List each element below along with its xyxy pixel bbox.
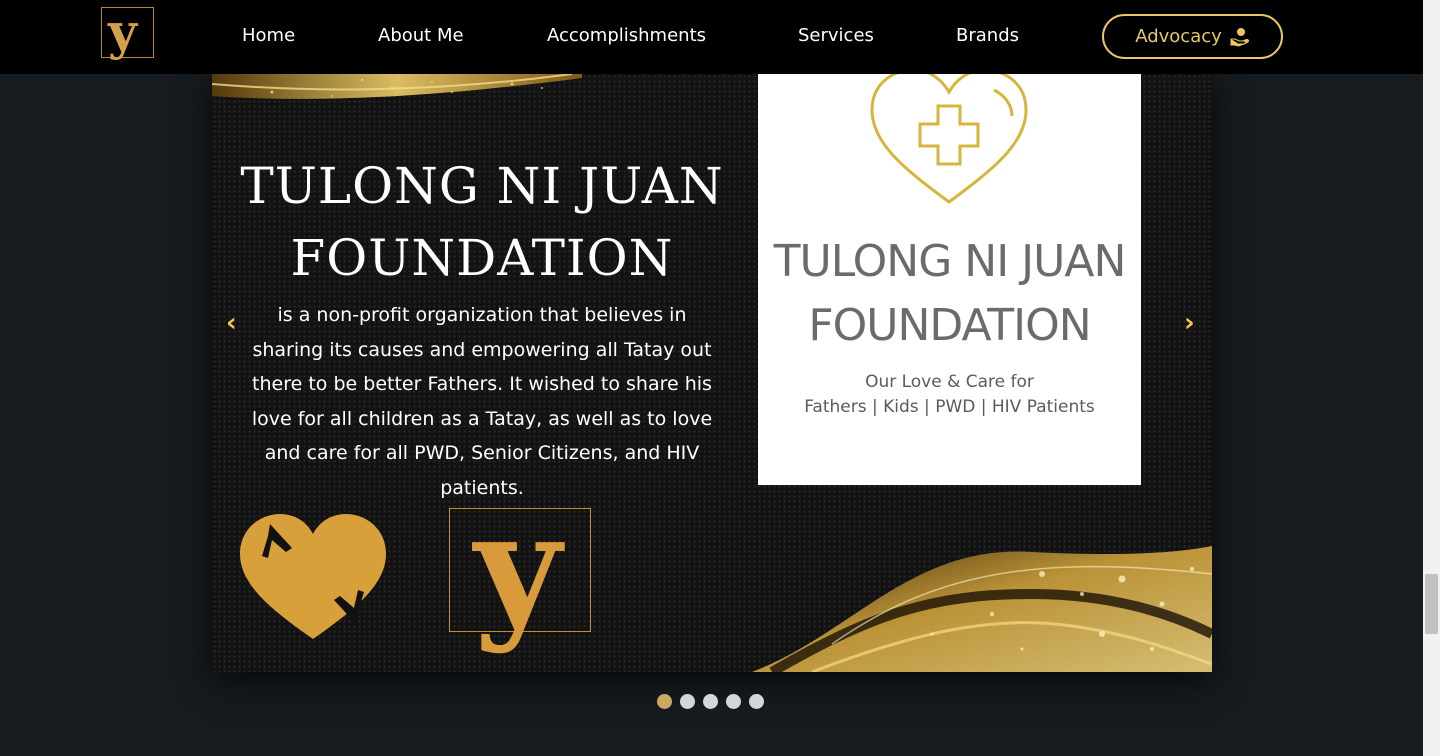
- advocacy-button-label: Advocacy: [1135, 26, 1222, 47]
- top-navbar: y Home About Me Accomplishments Services…: [0, 0, 1423, 74]
- slide-description: is a non-profit organization that believ…: [251, 304, 713, 499]
- nav-accomplishments[interactable]: Accomplishments: [547, 24, 706, 48]
- scrollbar-thumb[interactable]: [1425, 574, 1438, 634]
- nav-home[interactable]: Home: [242, 24, 295, 48]
- heart-hands-icon: [240, 514, 386, 639]
- card-subtitle-line1: Our Love & Care for: [865, 372, 1034, 392]
- page-scrollbar[interactable]: [1423, 0, 1440, 756]
- card-title-line2: FOUNDATION: [808, 300, 1091, 351]
- brand-y-mark: y: [449, 483, 591, 653]
- carousel-dot-2[interactable]: [680, 694, 695, 709]
- carousel-dot-3[interactable]: [703, 694, 718, 709]
- advocacy-button[interactable]: Advocacy: [1102, 14, 1283, 59]
- card-title: TULONG NI JUAN FOUNDATION: [758, 230, 1141, 358]
- hand-holding-heart-icon: [1230, 27, 1249, 47]
- carousel-dot-5[interactable]: [749, 694, 764, 709]
- card-subtitle: Our Love & Care for Fathers | Kids | PWD…: [758, 370, 1141, 420]
- carousel-dot-1[interactable]: [657, 694, 672, 709]
- next-slide-arrow[interactable]: ›: [1184, 308, 1195, 338]
- carousel-dot-4[interactable]: [726, 694, 741, 709]
- nav-services[interactable]: Services: [798, 24, 874, 48]
- brand-y-letter: y: [474, 480, 562, 656]
- foundation-logo-card: TULONG NI JUAN FOUNDATION Our Love & Car…: [758, 74, 1141, 485]
- slide-title-line2: FOUNDATION: [290, 229, 674, 287]
- heart-cross-icon: [870, 74, 1028, 204]
- card-title-line1: TULONG NI JUAN: [773, 236, 1127, 287]
- carousel-slide: TULONG NI JUAN FOUNDATION is a non-profi…: [212, 74, 1212, 672]
- slide-title: TULONG NI JUAN FOUNDATION: [232, 150, 732, 294]
- card-subtitle-line2: Fathers | Kids | PWD | HIV Patients: [804, 397, 1095, 417]
- slide-title-line1: TULONG NI JUAN: [240, 157, 724, 215]
- carousel-indicators: [657, 694, 764, 709]
- site-logo[interactable]: y: [101, 2, 154, 61]
- logo-letter: y: [108, 2, 138, 61]
- nav-about-me[interactable]: About Me: [378, 24, 464, 48]
- prev-slide-arrow[interactable]: ‹: [226, 308, 237, 338]
- nav-brands[interactable]: Brands: [956, 24, 1019, 48]
